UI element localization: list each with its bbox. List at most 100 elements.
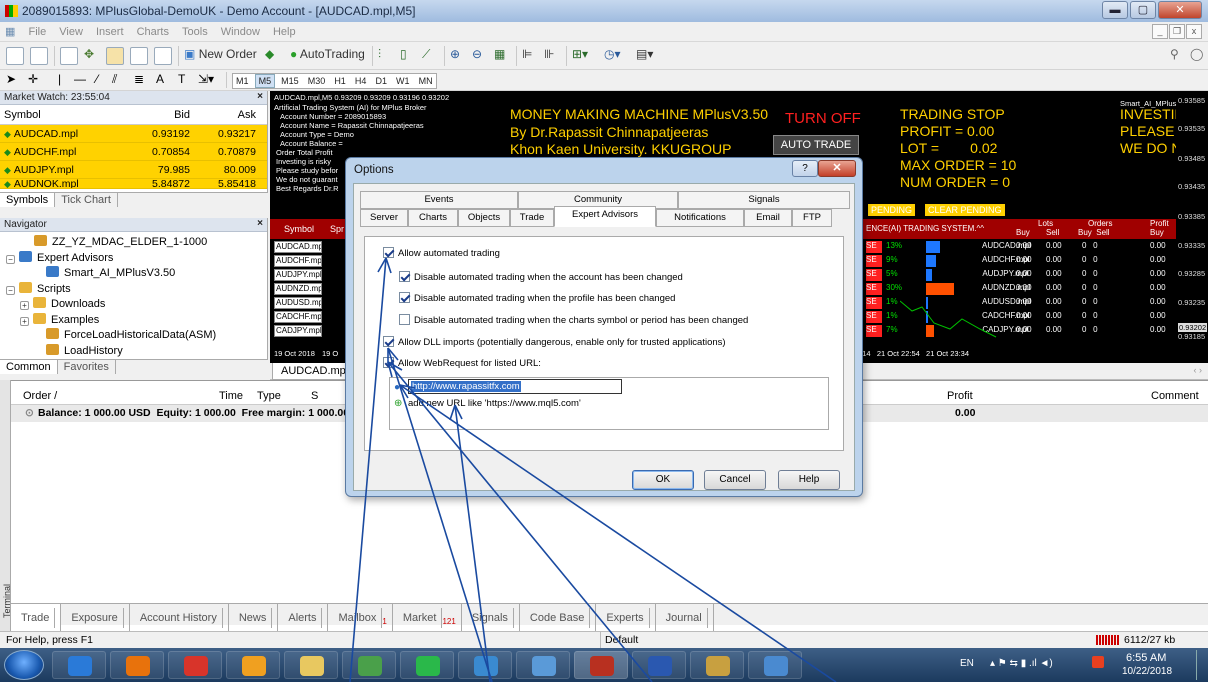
new-order-button[interactable]: ▣ New Order: [184, 47, 257, 65]
terminal-icon[interactable]: [130, 47, 148, 65]
expand-icon[interactable]: +: [20, 316, 29, 326]
firefox-taskbar-button[interactable]: [110, 651, 164, 679]
app-taskbar-button[interactable]: [226, 651, 280, 679]
ok-button[interactable]: OK: [632, 470, 694, 490]
tf-m30[interactable]: M30: [305, 75, 329, 87]
tab-news[interactable]: News: [229, 604, 279, 632]
nav-item[interactable]: LoadHistory: [0, 343, 267, 360]
symbol-row[interactable]: ◆ AUDCHF.mpl 0.70854 0.70879: [0, 143, 267, 161]
new-chart-icon[interactable]: [6, 47, 24, 65]
strategy-tester-icon[interactable]: [154, 47, 172, 65]
turn-off-label[interactable]: TURN OFF: [785, 110, 861, 127]
tab-expert-advisors[interactable]: Expert Advisors: [554, 206, 656, 227]
menu-insert[interactable]: Insert: [91, 23, 129, 41]
disable-on-account-change-checkbox[interactable]: Disable automated trading when the accou…: [399, 271, 683, 283]
fibonacci-icon[interactable]: ≣: [134, 72, 144, 86]
tab-alerts[interactable]: Alerts: [278, 604, 329, 632]
clear-pending-button[interactable]: CLEAR PENDING: [925, 204, 1005, 216]
mdi-restore-button[interactable]: ❐: [1169, 24, 1185, 39]
start-button[interactable]: [4, 650, 44, 680]
trendline-icon[interactable]: ⁄: [96, 72, 98, 86]
tab-market[interactable]: Market 121: [393, 604, 462, 632]
tray-app-icon[interactable]: [1092, 656, 1104, 668]
allow-dll-imports-checkbox[interactable]: Allow DLL imports (potentially dangerous…: [383, 336, 726, 348]
zoom-in-icon[interactable]: ⊕: [450, 47, 460, 65]
nav-item-expert-advisors[interactable]: − Expert Advisors: [0, 250, 267, 267]
chart-symbol-cell[interactable]: AUDJPY.mpl: [274, 269, 322, 281]
data-window-icon[interactable]: ✥: [84, 47, 94, 65]
word-taskbar-button[interactable]: [632, 651, 686, 679]
tab-trade[interactable]: Trade: [510, 209, 554, 227]
tab-account-history[interactable]: Account History: [130, 604, 229, 632]
tf-m1[interactable]: M1: [233, 75, 252, 87]
periods-icon[interactable]: ◷▾: [604, 47, 621, 65]
navigator-close-icon[interactable]: ×: [257, 218, 263, 229]
disable-on-symbol-change-checkbox[interactable]: Disable automated trading when the chart…: [399, 314, 748, 326]
allow-webrequest-checkbox[interactable]: Allow WebRequest for listed URL:: [383, 357, 541, 369]
media-taskbar-button[interactable]: [342, 651, 396, 679]
nav-item[interactable]: + Downloads: [0, 297, 267, 313]
col-type[interactable]: Type: [257, 390, 281, 402]
search-icon[interactable]: ⚲: [1170, 47, 1179, 65]
cancel-button[interactable]: Cancel: [704, 470, 766, 490]
menu-help[interactable]: Help: [268, 23, 301, 41]
autoscroll-icon[interactable]: ⊪: [544, 47, 554, 65]
indicators-icon[interactable]: ⊞▾: [572, 47, 588, 65]
mdi-minimize-button[interactable]: _: [1152, 24, 1168, 39]
dialog-help-button[interactable]: ?: [792, 160, 818, 177]
url-edit-field[interactable]: http://www.rapassitfx.com: [408, 379, 622, 394]
bar-chart-icon[interactable]: ⫶: [378, 47, 381, 65]
tf-w1[interactable]: W1: [393, 75, 413, 87]
explorer-taskbar-button[interactable]: [284, 651, 338, 679]
chart-symbol-cell[interactable]: AUDUSD.mpl: [274, 297, 322, 309]
tf-m5[interactable]: M5: [254, 74, 276, 88]
chart-symbol-cell[interactable]: AUDCHF.mpl: [274, 255, 322, 267]
col-symbol[interactable]: Symbol: [0, 109, 118, 121]
collapse-icon[interactable]: −: [6, 254, 15, 264]
disable-on-profile-change-checkbox[interactable]: Disable automated trading when the profi…: [399, 292, 675, 304]
app4-taskbar-button[interactable]: [690, 651, 744, 679]
tray-icons[interactable]: ▴ ⚑ ⇆ ▮ .ıl ◄): [990, 658, 1053, 669]
horizontal-line-icon[interactable]: —: [74, 72, 86, 86]
tab-signals[interactable]: Signals: [462, 604, 520, 632]
tab-tick-chart[interactable]: Tick Chart: [55, 193, 118, 207]
clock-time[interactable]: 6:55 AM: [1126, 652, 1166, 664]
pending-button[interactable]: PENDING: [868, 204, 916, 216]
menu-charts[interactable]: Charts: [132, 23, 174, 41]
expand-icon[interactable]: +: [20, 301, 29, 310]
autotrading-button[interactable]: ● AutoTrading: [290, 47, 365, 65]
tab-exposure[interactable]: Exposure: [61, 604, 130, 632]
show-desktop-button[interactable]: [1196, 650, 1206, 680]
col-bid[interactable]: Bid: [118, 109, 190, 121]
language-indicator[interactable]: EN: [960, 658, 974, 669]
tab-experts[interactable]: Experts: [596, 604, 656, 632]
nav-item[interactable]: ZZ_YZ_MDAC_ELDER_1-1000: [0, 235, 267, 251]
help-button[interactable]: Help: [778, 470, 840, 490]
menu-view[interactable]: View: [54, 23, 88, 41]
tab-events[interactable]: Events: [360, 191, 518, 209]
menu-window[interactable]: Window: [216, 23, 265, 41]
close-button[interactable]: ✕: [1158, 1, 1202, 19]
clock-date[interactable]: 10/22/2018: [1122, 666, 1172, 677]
candlestick-icon[interactable]: ▯: [400, 47, 407, 65]
mt4-taskbar-button[interactable]: [574, 651, 628, 679]
col-order[interactable]: Order /: [23, 390, 57, 402]
tf-mn[interactable]: MN: [416, 75, 436, 87]
col-ask[interactable]: Ask: [190, 109, 256, 121]
col-time[interactable]: Time: [219, 390, 243, 402]
col-size[interactable]: S: [311, 390, 318, 402]
line-chart-icon[interactable]: ⟋: [422, 47, 430, 65]
tf-h4[interactable]: H4: [352, 75, 370, 87]
equidistant-channel-icon[interactable]: ⫽: [112, 72, 117, 87]
market-watch-icon[interactable]: [60, 47, 78, 65]
chart-symbol-cell[interactable]: AUDNZD.mpl: [274, 283, 322, 295]
tab-server[interactable]: Server: [360, 209, 408, 227]
cursor-icon[interactable]: ➤: [6, 72, 16, 86]
tab-common[interactable]: Common: [0, 360, 58, 374]
chrome-taskbar-button[interactable]: [168, 651, 222, 679]
tab-charts[interactable]: Charts: [408, 209, 458, 227]
app3-taskbar-button[interactable]: [516, 651, 570, 679]
text-label-icon[interactable]: T: [178, 72, 185, 86]
tab-mailbox[interactable]: Mailbox 1: [328, 604, 393, 632]
col-comment[interactable]: Comment: [1151, 390, 1199, 402]
